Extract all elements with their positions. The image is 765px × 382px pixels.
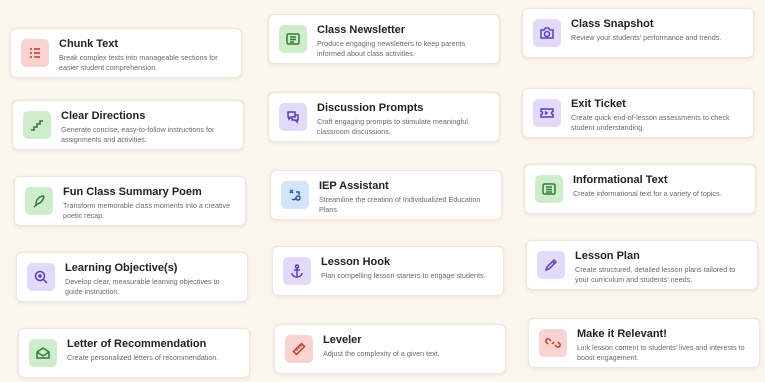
tool-title: Class Snapshot bbox=[571, 18, 654, 30]
anchor-icon bbox=[283, 257, 311, 285]
tool-card-exit-ticket[interactable]: Exit Ticket Create quick end-of-lesson a… bbox=[522, 88, 754, 138]
tool-description: Produce engaging newsletters to keep par… bbox=[317, 39, 466, 58]
tool-card-make-it-relevant[interactable]: Make it Relevant! Link lesson content to… bbox=[528, 318, 760, 368]
magnifier-icon bbox=[27, 263, 55, 291]
tool-description: Plan compelling lesson starters to engag… bbox=[321, 271, 486, 280]
tool-description: Link lesson content to students' lives a… bbox=[577, 343, 745, 362]
newsletter-icon bbox=[279, 25, 307, 53]
tool-card-learning-objectives[interactable]: Learning Objective(s) Develop clear, mea… bbox=[16, 252, 248, 302]
tool-title: Make it Relevant! bbox=[577, 328, 667, 340]
tool-description: Break complex texts into manageable sect… bbox=[59, 53, 218, 72]
link-icon bbox=[539, 329, 567, 357]
tool-title: Letter of Recommendation bbox=[67, 338, 207, 350]
tool-card-leveler[interactable]: Leveler Adjust the complexity of a given… bbox=[274, 324, 506, 374]
tool-title: Fun Class Summary Poem bbox=[63, 186, 202, 198]
tool-description: Review your students' performance and tr… bbox=[571, 33, 722, 42]
tool-card-informational-text[interactable]: Informational Text Create informational … bbox=[524, 164, 756, 214]
document-icon bbox=[535, 175, 563, 203]
tool-card-iep-assistant[interactable]: IEP Assistant Streamline the creation of… bbox=[270, 170, 502, 220]
tool-title: Learning Objective(s) bbox=[65, 262, 178, 274]
tool-title: Discussion Prompts bbox=[317, 102, 424, 114]
tool-title: Clear Directions bbox=[61, 110, 146, 122]
tool-description: Streamline the creation of Individualize… bbox=[319, 195, 481, 214]
pencil-icon bbox=[537, 251, 565, 279]
camera-icon bbox=[533, 19, 561, 47]
tool-card-lesson-plan[interactable]: Lesson Plan Create structured, detailed … bbox=[526, 240, 758, 290]
ticket-icon bbox=[533, 99, 561, 127]
envelope-icon bbox=[29, 339, 57, 367]
tool-title: IEP Assistant bbox=[319, 180, 389, 192]
tools-grid: Chunk Text Break complex texts into mana… bbox=[0, 0, 765, 382]
tool-title: Informational Text bbox=[573, 174, 668, 186]
tool-title: Leveler bbox=[323, 334, 362, 346]
tool-card-lesson-hook[interactable]: Lesson Hook Plan compelling lesson start… bbox=[272, 246, 504, 296]
tool-card-clear-directions[interactable]: Clear Directions Generate concise, easy-… bbox=[12, 100, 244, 150]
tool-card-class-newsletter[interactable]: Class Newsletter Produce engaging newsle… bbox=[268, 14, 500, 64]
tool-title: Class Newsletter bbox=[317, 24, 406, 36]
tool-description: Create structured, detailed lesson plans… bbox=[575, 265, 736, 284]
tool-title: Chunk Text bbox=[59, 38, 119, 50]
tool-description: Develop clear, measurable learning objec… bbox=[65, 277, 220, 296]
stairs-icon bbox=[23, 111, 51, 139]
tool-card-letter-of-recommendation[interactable]: Letter of Recommendation Create personal… bbox=[18, 328, 250, 378]
tool-title: Exit Ticket bbox=[571, 98, 626, 110]
tool-card-class-snapshot[interactable]: Class Snapshot Review your students' per… bbox=[522, 8, 754, 58]
tool-description: Transform memorable class moments into a… bbox=[63, 201, 231, 220]
tool-card-chunk-text[interactable]: Chunk Text Break complex texts into mana… bbox=[10, 28, 242, 78]
list-icon bbox=[21, 39, 49, 67]
chat-bubbles-icon bbox=[279, 103, 307, 131]
tool-description: Create personalized letters of recommend… bbox=[67, 353, 219, 362]
tool-card-discussion-prompts[interactable]: Discussion Prompts Craft engaging prompt… bbox=[268, 92, 500, 142]
tool-description: Generate concise, easy-to-follow instruc… bbox=[61, 125, 215, 144]
feather-icon bbox=[25, 187, 53, 215]
tool-card-fun-class-summary-poem[interactable]: Fun Class Summary Poem Transform memorab… bbox=[14, 176, 246, 226]
tool-title: Lesson Plan bbox=[575, 250, 640, 262]
tool-description: Craft engaging prompts to stimulate mean… bbox=[317, 117, 469, 136]
strategy-icon bbox=[281, 181, 309, 209]
ruler-icon bbox=[285, 335, 313, 363]
tool-description: Create quick end-of-lesson assessments t… bbox=[571, 113, 730, 132]
tool-title: Lesson Hook bbox=[321, 256, 391, 268]
tool-description: Adjust the complexity of a given text. bbox=[323, 349, 440, 358]
tool-description: Create informational text for a variety … bbox=[573, 189, 722, 198]
